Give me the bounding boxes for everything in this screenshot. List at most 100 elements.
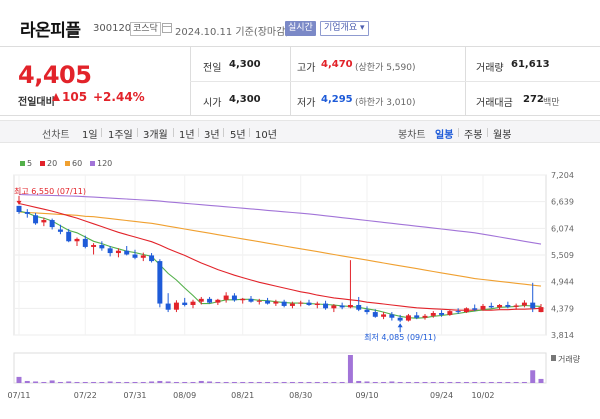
x-tick-label: 07/31: [123, 391, 146, 400]
period-1w[interactable]: 1주일: [108, 126, 133, 141]
company-overview-dropdown[interactable]: 기업개요 ▾: [320, 21, 369, 36]
candle-body: [91, 245, 97, 247]
x-tick-label: 08/21: [231, 391, 254, 400]
candle-body: [231, 295, 237, 301]
volume-bar: [124, 381, 130, 383]
y-tick-label: 4,379: [551, 304, 574, 313]
candle-body: [256, 300, 262, 302]
high-value: 4,470: [321, 59, 353, 70]
candle-body: [57, 229, 63, 232]
y-tick-label: 5,509: [551, 251, 574, 260]
candle-body: [480, 305, 486, 310]
x-tick-label: 07/22: [74, 391, 97, 400]
candle-body: [165, 303, 171, 310]
volume-bar: [480, 381, 486, 383]
realtime-button[interactable]: 실시간: [285, 21, 316, 36]
candle-body: [513, 305, 519, 307]
candle-body: [314, 303, 320, 305]
divider: [190, 81, 600, 82]
candle-body: [389, 314, 395, 318]
candle-body: [364, 309, 370, 313]
volume-bar: [248, 381, 254, 383]
candle-body: [372, 312, 378, 317]
volume-bars-icon: [551, 355, 556, 361]
volume-bar: [306, 381, 312, 383]
volume-axis-label: 거래량: [558, 355, 581, 364]
tab-weekly[interactable]: 주봉: [464, 126, 482, 141]
candle-body: [33, 215, 39, 224]
candle-body: [414, 315, 420, 318]
period-5y[interactable]: 5년: [230, 126, 246, 141]
lower-limit: (하한가 3,010): [355, 98, 416, 108]
candle-body: [223, 295, 229, 300]
candle-body: [347, 304, 353, 308]
volume-bar: [24, 380, 30, 383]
volume-bar: [91, 381, 97, 383]
candle-body: [124, 250, 130, 255]
market-badge: 코스닥: [130, 22, 161, 36]
volume-bar: [256, 381, 262, 383]
candle-body: [190, 301, 196, 305]
volume-bar: [422, 381, 428, 383]
candle-body: [472, 308, 478, 310]
amount-unit: 백만: [543, 98, 560, 108]
candle-body: [215, 299, 221, 303]
candle-body: [356, 304, 362, 310]
volume-bar: [223, 381, 229, 383]
period-1d[interactable]: 1일: [82, 126, 98, 141]
volume-bar: [405, 381, 411, 383]
x-tick-label: 08/09: [173, 391, 196, 400]
candle-chart-label[interactable]: 봉차트: [398, 126, 426, 141]
candle-body: [82, 238, 88, 247]
volume-bar: [33, 381, 39, 383]
volume-bar: [414, 381, 420, 383]
tab-monthly[interactable]: 월봉: [493, 126, 511, 141]
volume-bar: [165, 381, 171, 383]
period-10y[interactable]: 10년: [255, 126, 277, 141]
volume-bar: [41, 381, 47, 383]
volume-bar: [389, 381, 395, 383]
volume-bar: [66, 381, 72, 383]
prev-close-label: 전일: [203, 63, 222, 74]
period-3y[interactable]: 3년: [204, 126, 220, 141]
candle-body: [74, 238, 80, 242]
amount-label: 거래대금: [476, 98, 513, 109]
volume-value: 61,613: [511, 59, 550, 70]
volume-bar: [497, 381, 503, 383]
candle-body: [99, 245, 105, 249]
candle-body: [397, 317, 403, 321]
volume-bar: [372, 381, 378, 383]
candle-body: [298, 302, 304, 304]
y-tick-label: 3,814: [551, 331, 574, 340]
volume-bar: [231, 381, 237, 383]
volume-bar: [513, 381, 519, 383]
current-price: 4,405: [18, 61, 92, 89]
chart-canvas: 7,204 6,639 6,074 5,509 4,944 4,379 3,814 07/11…: [7, 171, 574, 400]
period-3m[interactable]: 3개월: [143, 126, 168, 141]
divider: [137, 128, 138, 137]
candle-body: [463, 308, 469, 313]
candle-body: [455, 311, 461, 313]
candle-body: [306, 302, 312, 305]
volume-bar: [347, 355, 353, 383]
volume-bar: [140, 381, 146, 383]
prev-change-label: 전일대비: [18, 97, 55, 108]
low-annotation: 최저 4,085 (09/11): [364, 332, 436, 342]
volume-bar: [356, 380, 362, 383]
y-tick-label: 4,944: [551, 278, 574, 287]
period-1y[interactable]: 1년: [179, 126, 195, 141]
candle-body: [149, 255, 155, 262]
candle-body: [66, 231, 72, 242]
candle-body: [273, 301, 279, 304]
ma60-line: [18, 211, 542, 287]
volume-bar: [207, 381, 213, 383]
volume-bar: [273, 381, 279, 383]
low-value: 4,295: [321, 94, 353, 105]
candle-body: [24, 212, 30, 214]
tab-daily[interactable]: 일봉: [435, 126, 453, 141]
candle-body: [281, 301, 287, 306]
candle-body: [49, 220, 55, 228]
line-chart-label[interactable]: 선차트: [42, 126, 70, 141]
price-chart[interactable]: 5 20 60 120 7,204 6,639 6,074 5,509 4,944 4,3…: [0, 150, 600, 419]
volume-bar: [439, 381, 445, 383]
